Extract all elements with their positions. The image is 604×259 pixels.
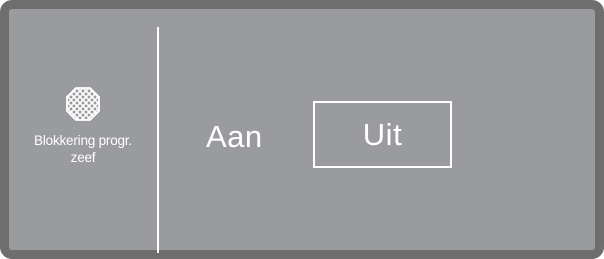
sidebar-label: Blokkering progr. zeef	[9, 132, 157, 166]
option-on-button[interactable]: Aan	[206, 119, 263, 155]
sidebar-label-line1: Blokkering progr.	[34, 133, 132, 148]
options-panel: Aan Uit	[159, 9, 595, 250]
display-screen: Blokkering progr. zeef Aan Uit	[0, 0, 604, 259]
sidebar-label-line2: zeef	[70, 150, 96, 165]
sieve-icon	[66, 87, 100, 121]
option-off-button-selected[interactable]: Uit	[313, 101, 452, 168]
option-on-label: Aan	[206, 119, 263, 154]
option-off-label: Uit	[362, 116, 403, 152]
sidebar: Blokkering progr. zeef	[9, 9, 157, 250]
